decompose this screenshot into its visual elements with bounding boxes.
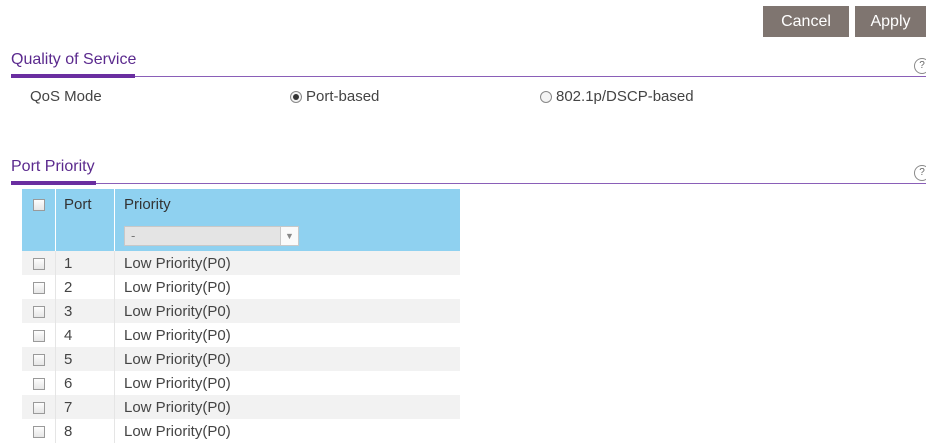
bulk-priority-value: -	[131, 228, 136, 243]
row-checkbox[interactable]	[32, 257, 45, 270]
port-priority-table: Port Priority - ▼ 1 Low Priority(P0) 2 L…	[22, 189, 460, 443]
port-based-label: Port-based	[306, 88, 380, 105]
port-priority-value: Low Priority(P0)	[124, 374, 231, 392]
row-checkbox[interactable]	[32, 377, 45, 390]
bulk-priority-select[interactable]: - ▼	[124, 225, 299, 246]
radio-unselected-icon[interactable]	[540, 90, 552, 103]
row-checkbox[interactable]	[32, 425, 45, 438]
cancel-button[interactable]: Cancel	[763, 6, 849, 37]
table-row[interactable]: 3 Low Priority(P0)	[22, 299, 460, 323]
port-priority-value: Low Priority(P0)	[124, 422, 231, 440]
table-row[interactable]: 1 Low Priority(P0)	[22, 251, 460, 275]
qos-mode-label: QoS Mode	[30, 88, 102, 105]
select-all-checkbox[interactable]	[32, 199, 45, 212]
row-checkbox[interactable]	[32, 401, 45, 414]
row-checkbox[interactable]	[32, 353, 45, 366]
table-row[interactable]: 8 Low Priority(P0)	[22, 419, 460, 443]
port-number: 8	[55, 419, 115, 443]
port-number: 4	[55, 323, 115, 347]
chevron-down-icon[interactable]: ▼	[280, 226, 298, 245]
row-checkbox[interactable]	[32, 305, 45, 318]
help-icon[interactable]: ?	[914, 165, 926, 181]
row-checkbox[interactable]	[32, 329, 45, 342]
port-priority-section-divider: ?	[11, 165, 926, 185]
port-priority-section-title: Port Priority	[11, 158, 95, 175]
qos-section-divider: ?	[11, 58, 926, 78]
port-priority-value: Low Priority(P0)	[114, 395, 460, 419]
radio-selected-icon[interactable]	[290, 90, 302, 103]
row-checkbox[interactable]	[32, 281, 45, 294]
port-number: 2	[55, 275, 115, 299]
port-number: 6	[55, 371, 115, 395]
table-row[interactable]: 2 Low Priority(P0)	[22, 275, 460, 299]
port-priority-value: Low Priority(P0)	[114, 299, 460, 323]
qos-mode-port-based[interactable]: Port-based	[290, 88, 379, 105]
dscp-based-label: 802.1p/DSCP-based	[556, 88, 694, 105]
port-number: 7	[55, 395, 115, 419]
table-row[interactable]: 5 Low Priority(P0)	[22, 347, 460, 371]
apply-button[interactable]: Apply	[855, 6, 926, 37]
help-icon[interactable]: ?	[914, 58, 926, 74]
port-priority-value: Low Priority(P0)	[114, 347, 460, 371]
port-priority-value: Low Priority(P0)	[124, 326, 231, 344]
table-header-row: Port Priority	[22, 189, 460, 220]
port-number: 3	[55, 299, 115, 323]
port-priority-value: Low Priority(P0)	[124, 278, 231, 296]
bulk-edit-row: - ▼	[22, 220, 460, 251]
port-number: 5	[55, 347, 115, 371]
table-row[interactable]: 4 Low Priority(P0)	[22, 323, 460, 347]
table-row[interactable]: 6 Low Priority(P0)	[22, 371, 460, 395]
priority-column-header: Priority	[124, 196, 171, 213]
port-column-header: Port	[55, 189, 115, 220]
table-row[interactable]: 7 Low Priority(P0)	[22, 395, 460, 419]
qos-mode-dscp-based[interactable]: 802.1p/DSCP-based	[540, 88, 694, 105]
port-number: 1	[55, 251, 115, 275]
qos-section-title: Quality of Service	[11, 51, 137, 68]
port-priority-value: Low Priority(P0)	[114, 251, 460, 275]
